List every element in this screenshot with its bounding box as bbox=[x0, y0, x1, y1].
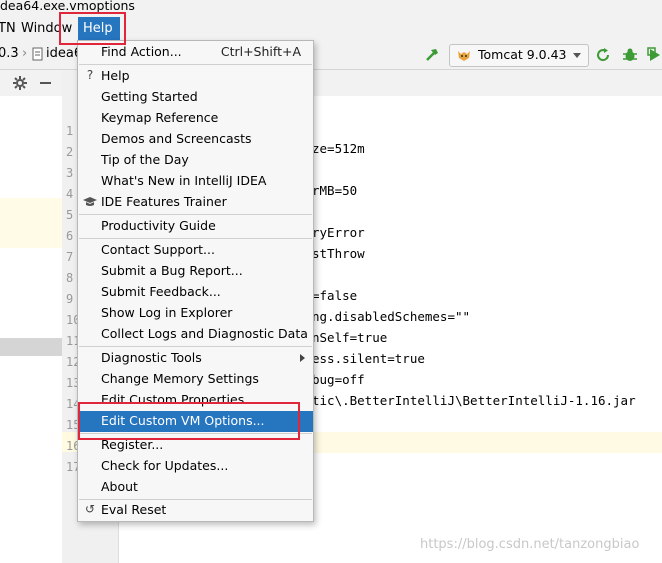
menu-item-label: What's New in IntelliJ IDEA bbox=[101, 173, 267, 188]
breadcrumb-separator-icon: › bbox=[22, 46, 28, 61]
code-line: ng.disabledSchemes="" bbox=[312, 309, 471, 324]
build-hammer-icon[interactable] bbox=[424, 47, 440, 63]
menu-separator bbox=[79, 64, 312, 65]
menu-item-label: Contact Support... bbox=[101, 242, 215, 257]
tomcat-icon bbox=[458, 51, 470, 61]
line-number: 8 bbox=[66, 271, 74, 285]
line-number: 1 bbox=[66, 124, 74, 138]
code-line: ze=512m bbox=[312, 141, 365, 156]
line-number: 9 bbox=[66, 292, 74, 306]
line-number: 3 bbox=[66, 166, 74, 180]
code-line: nSelf=true bbox=[312, 330, 388, 345]
project-tree-selected-row[interactable] bbox=[0, 338, 62, 356]
menu-item-label: About bbox=[101, 479, 138, 494]
menu-item-show-log[interactable]: Show Log in Explorer bbox=[78, 303, 313, 324]
run-configuration-label: Tomcat 9.0.43 bbox=[478, 47, 567, 62]
code-line: ess.silent=true bbox=[312, 351, 425, 366]
menu-item-eval-reset[interactable]: ↺ Eval Reset bbox=[78, 500, 313, 521]
menu-item-find-action[interactable]: Find Action... Ctrl+Shift+A bbox=[78, 42, 313, 63]
annotation-box-help-menu bbox=[59, 12, 126, 45]
menu-item-about[interactable]: About bbox=[78, 477, 313, 498]
menu-item-check-updates[interactable]: Check for Updates... bbox=[78, 456, 313, 477]
gear-icon[interactable] bbox=[13, 76, 27, 90]
menu-item-getting-started[interactable]: Getting Started bbox=[78, 87, 313, 108]
menu-item-label: Submit Feedback... bbox=[101, 284, 221, 299]
undo-arrow-icon: ↺ bbox=[84, 502, 96, 516]
project-tree-highlight bbox=[0, 198, 62, 248]
menu-item-label: Keymap Reference bbox=[101, 110, 219, 125]
submenu-arrow-icon bbox=[300, 354, 305, 362]
menu-item-demos[interactable]: Demos and Screencasts bbox=[78, 129, 313, 150]
menu-separator bbox=[79, 238, 312, 239]
question-mark-icon: ? bbox=[86, 68, 94, 82]
menu-item-label: Change Memory Settings bbox=[101, 371, 259, 386]
file-icon bbox=[32, 47, 43, 61]
menu-vcs[interactable]: TN bbox=[0, 21, 16, 36]
menu-item-tip-of-the-day[interactable]: Tip of the Day bbox=[78, 150, 313, 171]
menu-item-collect-logs[interactable]: Collect Logs and Diagnostic Data bbox=[78, 324, 313, 345]
graduation-cap-icon bbox=[83, 197, 97, 206]
annotation-box-edit-vm-options bbox=[78, 402, 300, 440]
menu-item-label: Submit a Bug Report... bbox=[101, 263, 243, 278]
menu-item-label: Show Log in Explorer bbox=[101, 305, 233, 320]
menu-separator bbox=[79, 346, 312, 347]
menu-separator bbox=[79, 214, 312, 215]
menu-item-change-memory[interactable]: Change Memory Settings bbox=[78, 369, 313, 390]
menu-item-label: Help bbox=[101, 68, 130, 83]
help-menu: Find Action... Ctrl+Shift+A ? Help Getti… bbox=[77, 40, 314, 522]
menu-item-productivity-guide[interactable]: Productivity Guide bbox=[78, 216, 313, 237]
menu-item-label: Tip of the Day bbox=[101, 152, 189, 167]
menu-item-label: Diagnostic Tools bbox=[101, 350, 202, 365]
code-line: stThrow bbox=[312, 246, 365, 261]
menu-item-label: Productivity Guide bbox=[101, 218, 216, 233]
rerun-icon[interactable] bbox=[596, 47, 612, 63]
project-tree-pane bbox=[0, 96, 62, 563]
line-number: 6 bbox=[66, 229, 74, 243]
menu-item-label: Eval Reset bbox=[101, 502, 167, 517]
menu-item-keymap-reference[interactable]: Keymap Reference bbox=[78, 108, 313, 129]
code-line: ryError bbox=[312, 225, 365, 240]
menu-item-ide-features-trainer[interactable]: IDE Features Trainer bbox=[78, 192, 313, 213]
menu-item-whats-new[interactable]: What's New in IntelliJ IDEA bbox=[78, 171, 313, 192]
menu-item-submit-feedback[interactable]: Submit Feedback... bbox=[78, 282, 313, 303]
menu-item-label: Check for Updates... bbox=[101, 458, 229, 473]
code-line: =false bbox=[312, 288, 358, 303]
coverage-icon[interactable] bbox=[647, 47, 662, 63]
line-number: 5 bbox=[66, 208, 74, 222]
code-line: rMB=50 bbox=[312, 183, 358, 198]
run-configuration-select[interactable]: Tomcat 9.0.43 bbox=[449, 44, 589, 67]
line-number: 7 bbox=[66, 250, 74, 264]
code-line: tic\.BetterIntelliJ\BetterIntelliJ-1.16.… bbox=[312, 393, 636, 408]
menu-item-label: Find Action... bbox=[101, 44, 182, 59]
menu-item-submit-bug[interactable]: Submit a Bug Report... bbox=[78, 261, 313, 282]
minimize-icon[interactable] bbox=[40, 82, 52, 85]
menu-item-label: Demos and Screencasts bbox=[101, 131, 252, 146]
menu-item-diagnostic-tools[interactable]: Diagnostic Tools bbox=[78, 348, 313, 369]
menu-item-label: Collect Logs and Diagnostic Data bbox=[101, 326, 308, 341]
menu-item-label: IDE Features Trainer bbox=[101, 194, 227, 209]
chevron-down-icon bbox=[573, 53, 581, 58]
code-line: bug=off bbox=[312, 372, 365, 387]
menu-item-label: Getting Started bbox=[101, 89, 198, 104]
breadcrumb-version[interactable]: 0.3 bbox=[0, 46, 19, 61]
menu-item-shortcut: Ctrl+Shift+A bbox=[220, 44, 301, 59]
line-number: 4 bbox=[66, 187, 74, 201]
project-tool-header bbox=[0, 70, 62, 97]
menu-item-help[interactable]: ? Help bbox=[78, 66, 313, 87]
line-number: 2 bbox=[66, 145, 74, 159]
debug-bug-icon[interactable] bbox=[622, 47, 638, 63]
watermark: https://blog.csdn.net/tanzongbiao bbox=[420, 537, 640, 552]
menu-item-contact-support[interactable]: Contact Support... bbox=[78, 240, 313, 261]
